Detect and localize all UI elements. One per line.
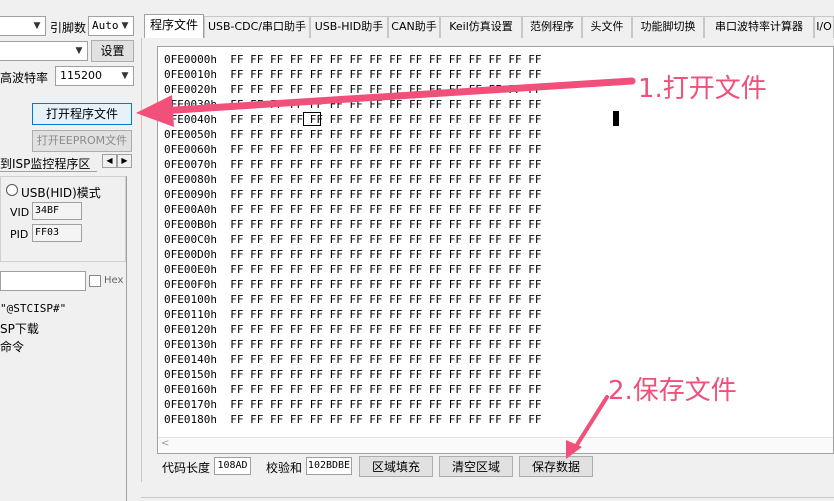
- arrow-to-save-button: [573, 395, 609, 450]
- annotation-step1: 1.打开文件: [638, 74, 767, 104]
- annotation-step2: 2.保存文件: [608, 376, 737, 406]
- arrow-head-open: [136, 95, 174, 127]
- arrow-to-open-button: [156, 77, 636, 115]
